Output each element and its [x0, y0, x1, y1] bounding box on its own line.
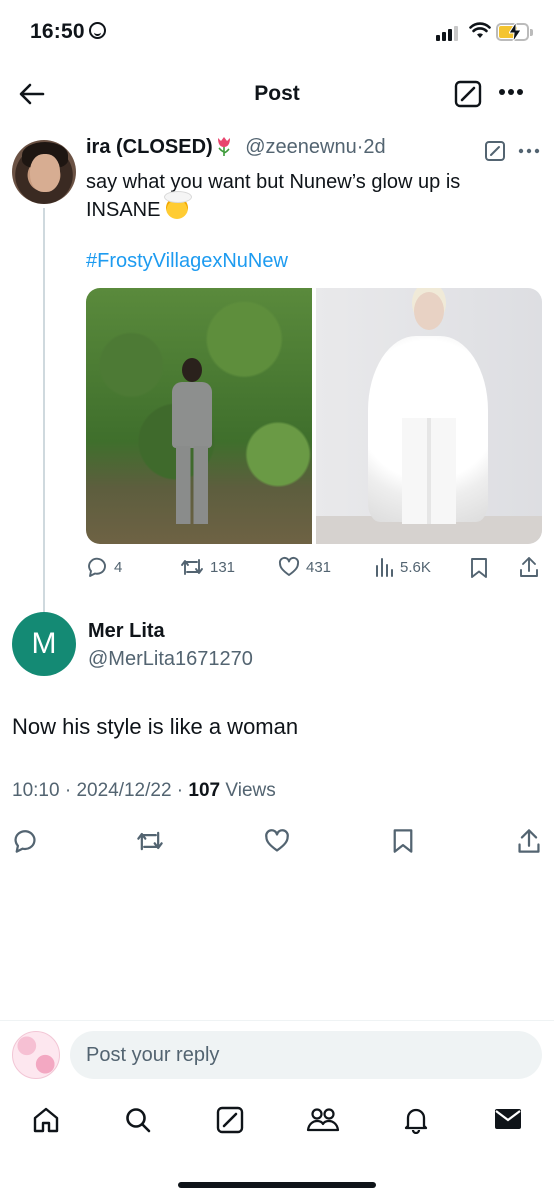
grok-icon[interactable]	[484, 140, 506, 162]
heart-icon[interactable]	[264, 828, 290, 854]
focus-smiley-icon	[88, 22, 106, 39]
reply-icon[interactable]	[12, 828, 38, 854]
grok-icon[interactable]	[216, 1106, 244, 1134]
notifications-icon[interactable]	[402, 1106, 430, 1134]
thread-connector	[43, 208, 45, 650]
author-handle[interactable]: @zeenewnu	[245, 136, 356, 158]
exploding-head-emoji-icon	[164, 191, 193, 219]
analytics-icon	[376, 558, 393, 577]
status-bar: 16:50	[0, 0, 554, 66]
avatar-letter: M	[31, 627, 57, 660]
photo-white-outfit[interactable]	[316, 288, 542, 544]
hashtag-link[interactable]: #FrostyVillagexNuNew	[86, 250, 288, 273]
tweet-text: Now his style is like a woman	[12, 714, 299, 739]
tweet-date: 2024/12/22	[76, 780, 172, 801]
status-time: 16:50	[30, 20, 106, 44]
like-action[interactable]: 431	[278, 556, 331, 578]
avatar[interactable]: M	[12, 612, 76, 676]
media-grid[interactable]	[86, 288, 542, 544]
tweet-text: say what you want but Nunew’s glow up is…	[86, 168, 526, 224]
reply-composer: Post your reply	[0, 1020, 554, 1090]
search-icon[interactable]	[124, 1106, 152, 1134]
photo-garden[interactable]	[86, 288, 312, 544]
repost-count: 131	[210, 558, 236, 576]
more-options-icon[interactable]	[518, 148, 540, 154]
like-count: 431	[306, 558, 332, 576]
share-icon[interactable]	[518, 556, 540, 578]
repost-icon	[181, 559, 203, 575]
home-icon[interactable]	[32, 1106, 60, 1134]
tweet-header: ira (CLOSED) @zeenewnu·2d	[86, 136, 386, 159]
grok-icon[interactable]	[454, 80, 482, 108]
repost-action[interactable]: 131	[180, 556, 235, 578]
author-name[interactable]: ira (CLOSED)	[86, 136, 213, 158]
cellular-signal-icon	[436, 25, 460, 41]
tweet-metadata: 10:10 · 2024/12/22 · 107 Views	[12, 780, 276, 801]
more-options-icon[interactable]	[498, 88, 524, 96]
clock-text: 16:50	[30, 20, 85, 43]
battery-icon	[496, 22, 533, 42]
tweet-actions	[0, 826, 554, 856]
tweet-age: 2d	[363, 136, 386, 158]
tulip-emoji-icon	[217, 137, 230, 156]
reply-icon	[88, 557, 106, 577]
wifi-icon	[469, 22, 491, 38]
current-user-avatar[interactable]	[12, 1031, 60, 1079]
views-count: 5.6K	[400, 558, 431, 576]
home-indicator[interactable]	[178, 1182, 376, 1188]
repost-icon[interactable]	[136, 828, 164, 854]
author-name[interactable]: Mer Lita	[88, 620, 165, 643]
reply-action[interactable]: 4	[86, 556, 122, 578]
views-count: 107	[188, 780, 221, 801]
author-handle[interactable]: @MerLita1671270	[88, 648, 253, 671]
reply-count: 4	[114, 558, 123, 576]
views-label: Views	[225, 780, 276, 801]
avatar[interactable]	[12, 140, 76, 204]
communities-icon[interactable]	[306, 1106, 340, 1134]
bottom-navigation	[0, 1098, 554, 1148]
tweet-actions: 4 131 431 5.6K	[86, 556, 542, 584]
reply-input[interactable]: Post your reply	[70, 1031, 542, 1079]
share-icon[interactable]	[516, 828, 542, 854]
views-action[interactable]: 5.6K	[374, 556, 431, 578]
tweet-time: 10:10	[12, 780, 60, 801]
bookmark-icon[interactable]	[392, 828, 414, 854]
bookmark-icon[interactable]	[470, 557, 488, 579]
heart-icon	[278, 556, 300, 576]
tweet-text-body: say what you want but Nunew’s glow up is…	[86, 171, 461, 221]
messages-icon[interactable]	[494, 1106, 522, 1132]
post-header: Post	[0, 68, 554, 120]
